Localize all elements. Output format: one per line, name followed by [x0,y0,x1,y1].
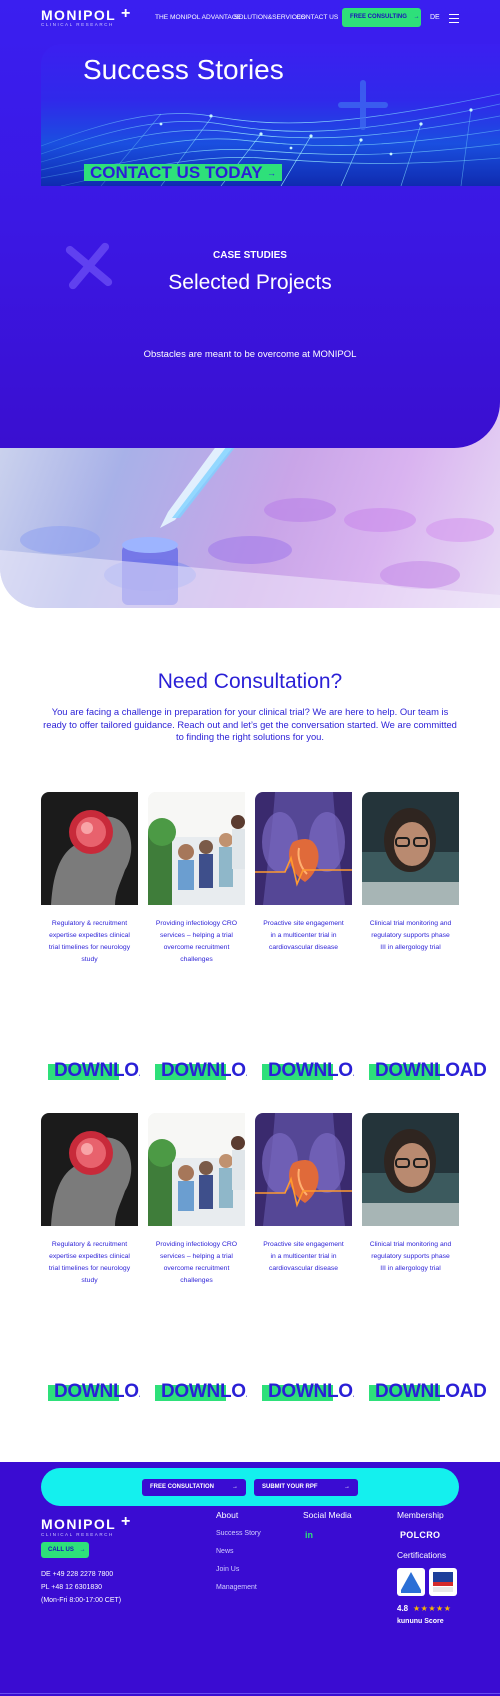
case-caption: Clinical trial monitoring and regulatory… [369,1241,452,1272]
menu-icon[interactable] [449,14,459,26]
download-label: DOWNLOAD [375,1061,487,1080]
call-us-label: CALL US [48,1547,74,1553]
download-label: DOWNLOAD [161,1382,247,1401]
waiting-room-image [148,792,245,905]
membership-heading: Membership [397,1510,444,1520]
linkedin-icon[interactable]: in [305,1530,313,1540]
download-label: DOWNLOAD [161,1061,247,1080]
download-label: DOWNLOAD [268,1382,354,1401]
about-heading: About [216,1510,239,1520]
polcro-logo[interactable]: POLCRO [400,1530,440,1540]
arrow-right-icon: → [79,1547,86,1553]
brain-scan-image [41,792,138,905]
download-button[interactable]: DOWNLOAD [362,1061,500,1080]
case-caption: Clinical trial monitoring and regulatory… [369,920,452,951]
free-consultation-label: FREE CONSULTATION [150,1484,214,1490]
footer-link-management[interactable]: Management [216,1584,257,1591]
hero-section: MONIPOL + CLINICAL RESEARCH THE MONIPOL … [0,0,500,448]
free-consulting-label: FREE CONSULTING [350,14,407,20]
footer-divider [0,1693,500,1694]
footer-logo[interactable]: MONIPOL + CLINICAL RESEARCH [41,1513,130,1538]
case-card[interactable]: Proactive site engagement in a multicent… [255,1113,352,1275]
nav-link-advantage[interactable]: THE MONIPOL ADVANTAGE [155,14,241,21]
logo-cross-icon: + [121,5,131,22]
arrow-right-icon: → [413,14,420,20]
case-caption: Regulatory & recruitment expertise exped… [48,1241,131,1284]
tuv-certificate-badge [397,1568,425,1596]
kununu-score-label: kununu Score [397,1618,444,1625]
download-button[interactable]: DOWNLOAD [255,1061,354,1080]
hero-banner: Success Stories CONTACT US TODAY → [41,44,500,186]
download-button[interactable]: DOWNLOAD [41,1382,140,1401]
download-button[interactable]: DOWNLOAD [255,1382,354,1401]
contact-us-today-label: CONTACT US TODAY [90,163,263,182]
kununu-rating: 4.8 [397,1604,409,1613]
language-switch[interactable]: DE [430,14,440,21]
download-button[interactable]: DOWNLOAD [148,1061,247,1080]
certification-badge [429,1568,457,1596]
researcher-image [362,1113,459,1226]
footer: FREE CONSULTATION → SUBMIT YOUR RPF → MO… [0,1462,500,1696]
submit-rfp-label: SUBMIT YOUR RPF [262,1484,318,1490]
case-card[interactable]: Proactive site engagement in a multicent… [255,792,352,954]
call-us-button[interactable]: CALL US → [41,1542,89,1558]
logo-subtitle: CLINICAL RESEARCH [41,22,114,27]
footer-link-news[interactable]: News [216,1548,234,1555]
logo-cross-icon: + [121,1513,131,1530]
heart-xray-image [255,1113,352,1226]
footer-logo-wordmark: MONIPOL [41,1516,117,1532]
case-card[interactable]: Providing infectiology CRO services – he… [148,1113,245,1287]
case-card[interactable]: Providing infectiology CRO services – he… [148,792,245,966]
monipol-logo[interactable]: MONIPOL + CLINICAL RESEARCH [41,5,130,28]
footer-link-success-story[interactable]: Success Story [216,1530,261,1537]
download-label: DOWNLOAD [54,1382,140,1401]
section-kicker: CASE STUDIES [213,250,287,261]
waiting-room-image [148,1113,245,1226]
nav-link-contact[interactable]: CONTACT US [296,14,338,21]
contact-details: DE +49 228 2278 7800 PL +48 12 6301830 (… [41,1568,121,1607]
case-caption: Proactive site engagement in a multicent… [263,1241,344,1272]
heart-xray-image [255,792,352,905]
submit-rfp-button[interactable]: SUBMIT YOUR RPF → [254,1479,358,1496]
cta-bar: FREE CONSULTATION → SUBMIT YOUR RPF → [41,1468,459,1506]
case-caption: Regulatory & recruitment expertise exped… [48,920,131,963]
download-button[interactable]: DOWNLOAD [41,1061,140,1080]
download-label: DOWNLOAD [268,1061,354,1080]
top-navigation: MONIPOL + CLINICAL RESEARCH THE MONIPOL … [0,0,500,38]
nav-link-solutions[interactable]: SOLUTION&SERVICES [234,14,305,21]
section-tagline: Obstacles are meant to be overcome at MO… [143,349,357,360]
download-label: DOWNLOAD [375,1382,487,1401]
case-caption: Providing infectiology CRO services – he… [155,920,238,963]
consultation-text: You are facing a challenge in preparatio… [43,706,457,742]
free-consultation-button[interactable]: FREE CONSULTATION → [142,1479,246,1496]
consultation-title: Need Consultation? [157,670,343,693]
footer-logo-subtitle: CLINICAL RESEARCH [41,1532,114,1537]
social-media-heading: Social Media [303,1510,352,1520]
case-card[interactable]: Clinical trial monitoring and regulatory… [362,792,459,954]
case-caption: Proactive site engagement in a multicent… [263,920,344,951]
logo-wordmark: MONIPOL [41,7,117,23]
brain-scan-image [41,1113,138,1226]
case-card[interactable]: Clinical trial monitoring and regulatory… [362,1113,459,1275]
case-card[interactable]: Regulatory & recruitment expertise exped… [41,792,138,966]
download-label: DOWNLOAD [54,1061,140,1080]
download-button[interactable]: DOWNLOAD [148,1382,247,1401]
footer-link-join-us[interactable]: Join Us [216,1566,239,1573]
phone-pl[interactable]: PL +48 12 6301830 [41,1581,121,1594]
arrow-right-icon: → [266,168,276,179]
section-title: Selected Projects [168,271,332,294]
rating-stars: ★★★★★ [413,1604,452,1613]
researcher-image [362,792,459,905]
free-consulting-button[interactable]: FREE CONSULTING → [342,8,421,27]
page-title: Success Stories [83,54,284,85]
case-card[interactable]: Regulatory & recruitment expertise exped… [41,1113,138,1287]
arrow-right-icon: → [232,1484,238,1490]
office-hours: (Mon-Fri 8:00-17:00 CET) [41,1597,122,1604]
download-button[interactable]: DOWNLOAD [362,1382,500,1401]
arrow-right-icon: → [344,1484,350,1490]
case-caption: Providing infectiology CRO services – he… [155,1241,238,1284]
certifications-heading: Certifications [397,1550,447,1560]
phone-de[interactable]: DE +49 228 2278 7800 [41,1568,121,1581]
contact-us-today-button[interactable]: CONTACT US TODAY → [84,164,282,181]
